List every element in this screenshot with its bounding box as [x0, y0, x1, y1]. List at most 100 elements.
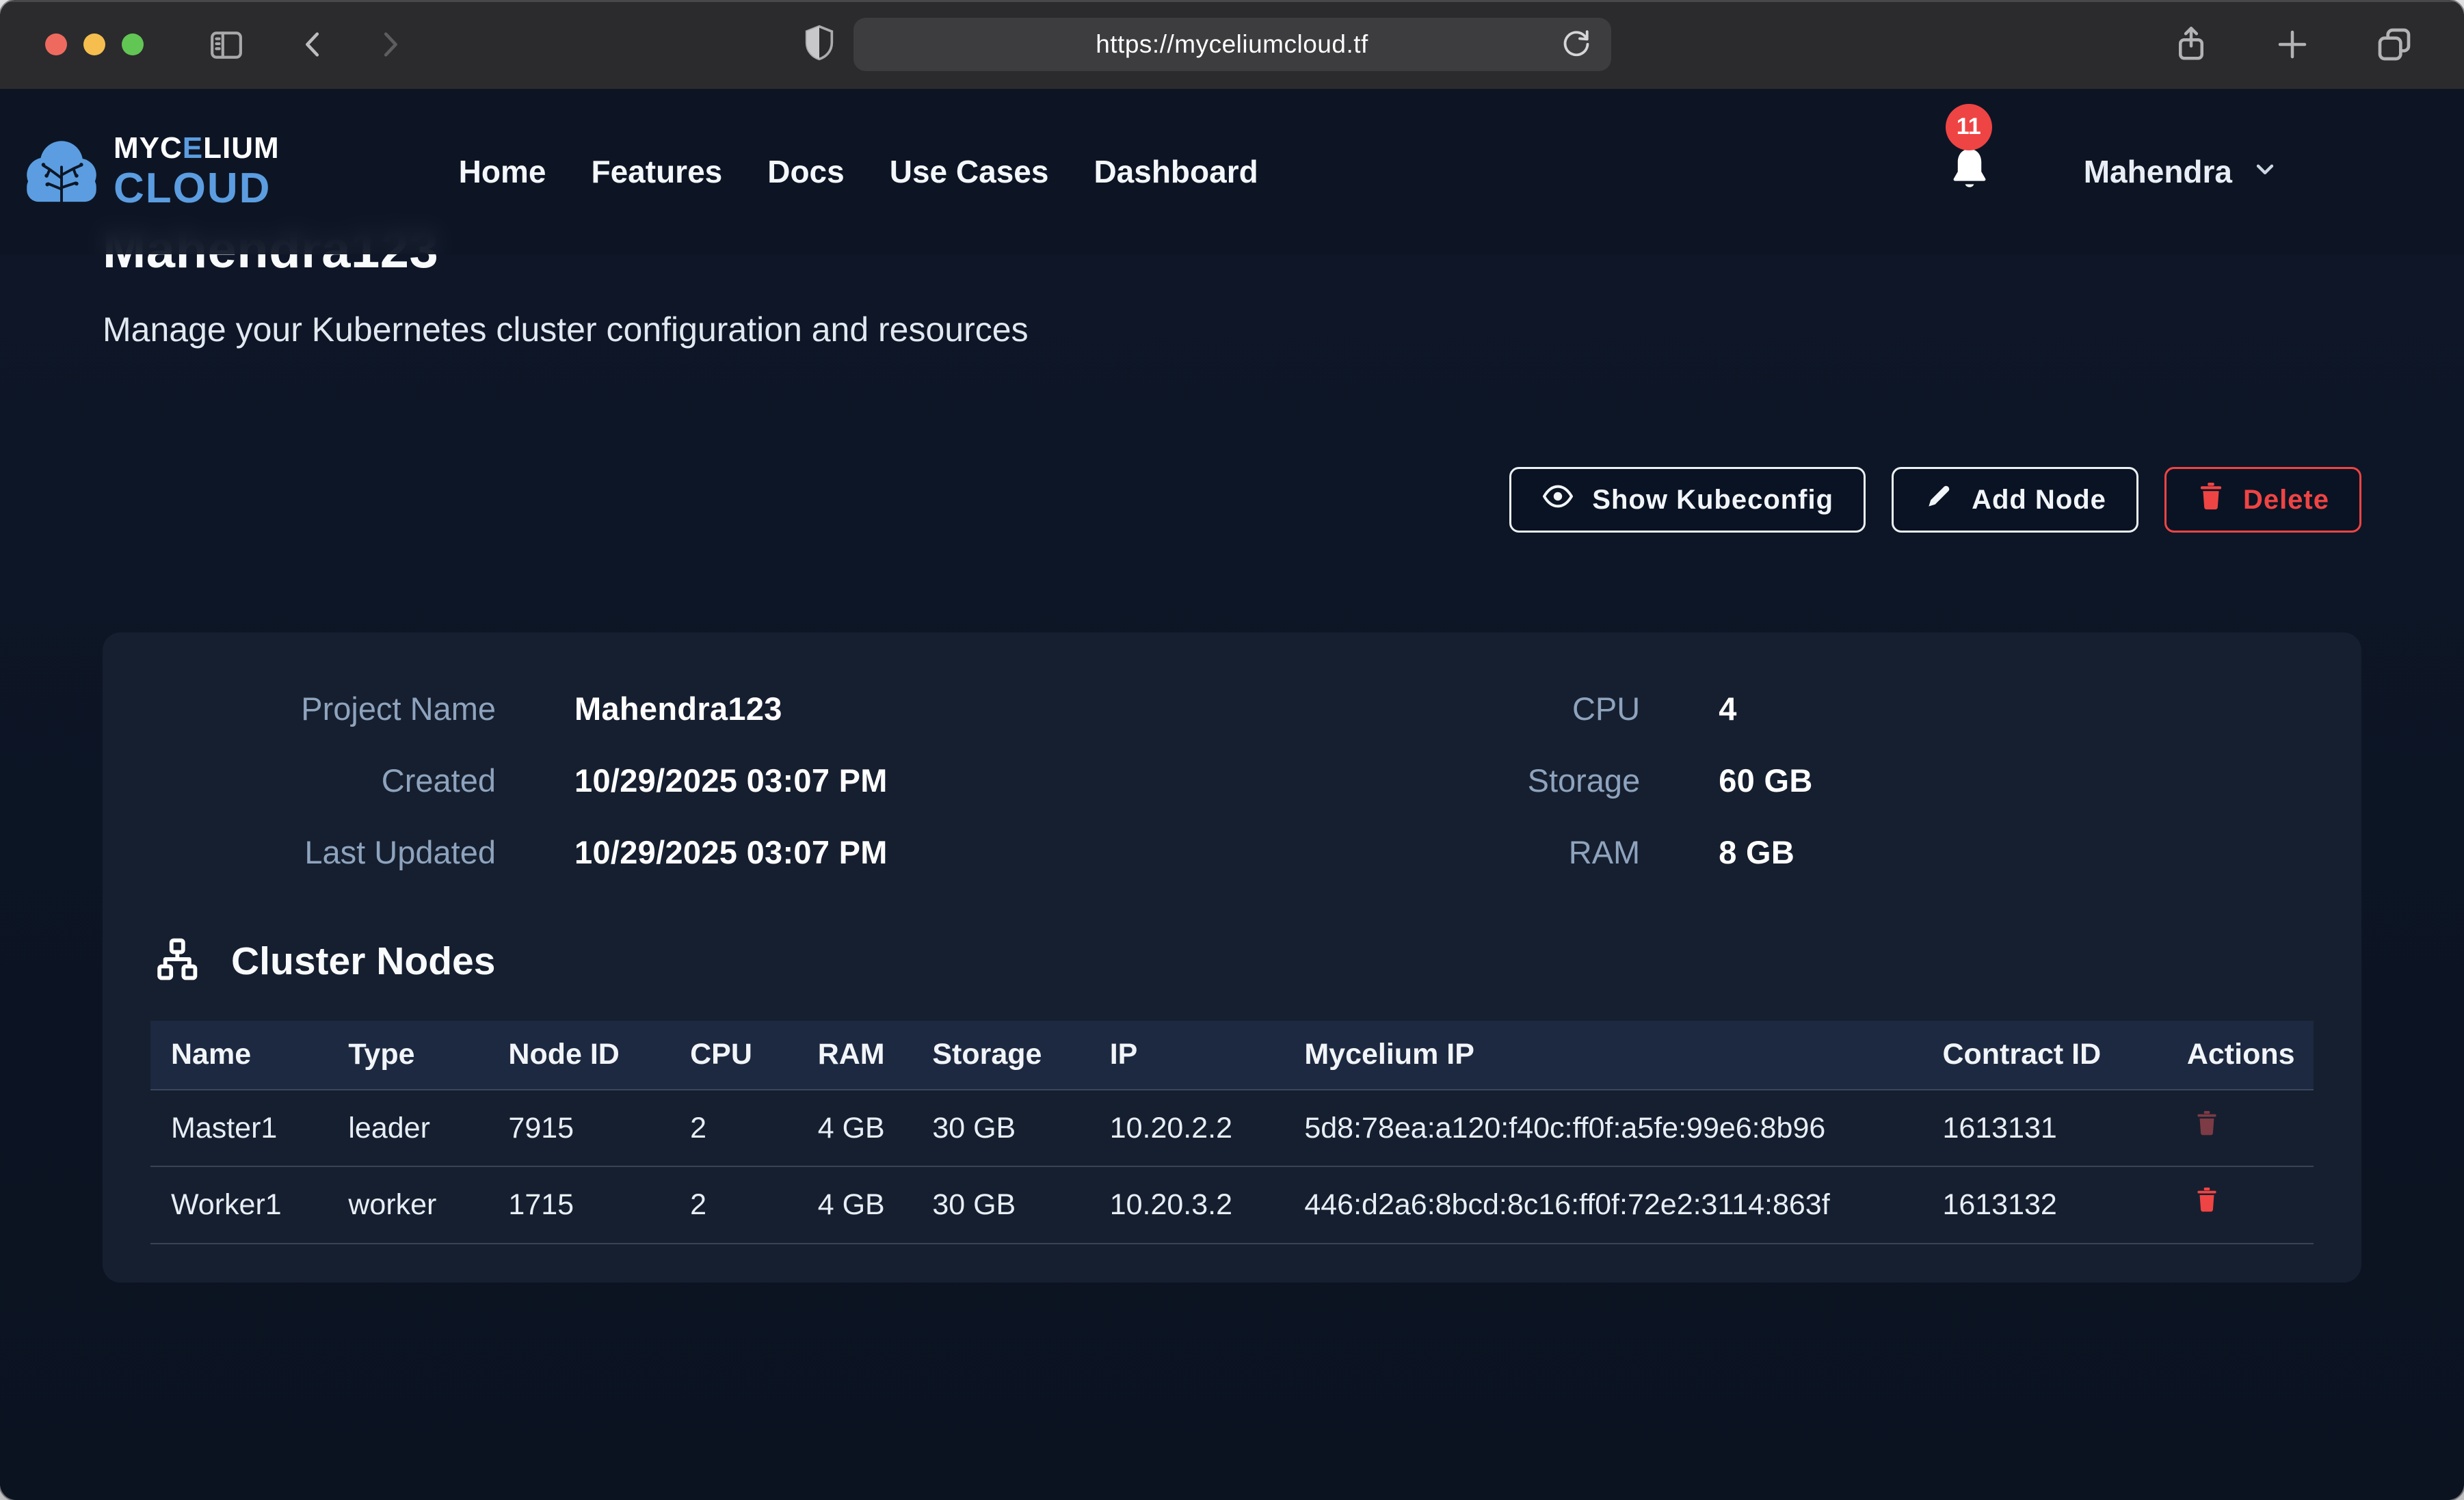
notifications-button[interactable]: 11 [1947, 146, 1992, 198]
add-node-button[interactable]: Add Node [1892, 467, 2138, 533]
eye-icon [1541, 480, 1574, 520]
delete-label: Delete [2243, 485, 2329, 515]
logo-text-lium: LIUM [203, 131, 280, 165]
minimize-window-button[interactable] [83, 34, 105, 55]
page-subtitle: Manage your Kubernetes cluster configura… [103, 310, 2361, 349]
col-name: Name [150, 1021, 328, 1090]
detail-value: 4 [1719, 690, 1736, 727]
col-ram: RAM [797, 1021, 912, 1090]
cell-contract-id: 1613132 [1922, 1166, 2166, 1244]
forward-icon[interactable] [373, 26, 405, 63]
nav-right: 11 Mahendra [1947, 146, 2283, 198]
detail-value: 8 GB [1719, 833, 1794, 871]
zoom-window-button[interactable] [122, 34, 144, 55]
detail-ram: RAM 8 GB [1339, 833, 2314, 871]
detail-value: 60 GB [1719, 762, 1812, 799]
user-menu[interactable]: Mahendra [2080, 152, 2283, 191]
col-mycelium-ip: Mycelium IP [1284, 1021, 1922, 1090]
trash-icon [2197, 480, 2225, 520]
cell-storage: 30 GB [912, 1090, 1089, 1167]
detail-value: 10/29/2025 03:07 PM [574, 762, 888, 799]
reload-icon[interactable] [1556, 27, 1596, 62]
detail-value: Mahendra123 [574, 690, 782, 727]
nodes-table-wrap: Name Type Node ID CPU RAM Storage IP Myc… [150, 1021, 2314, 1244]
show-kubeconfig-button[interactable]: Show Kubeconfig [1509, 467, 1866, 533]
show-kubeconfig-label: Show Kubeconfig [1592, 485, 1833, 515]
delete-node-button[interactable] [2187, 1182, 2227, 1220]
detail-label: Project Name [150, 690, 496, 727]
cell-storage: 30 GB [912, 1166, 1089, 1244]
cell-name: Worker1 [150, 1166, 328, 1244]
cluster-details: Project Name Mahendra123 Created 10/29/2… [150, 690, 2314, 871]
col-contract-id: Contract ID [1922, 1021, 2166, 1090]
nodes-table: Name Type Node ID CPU RAM Storage IP Myc… [150, 1021, 2314, 1244]
trash-icon [2194, 1207, 2220, 1217]
delete-node-button-disabled[interactable] [2187, 1106, 2227, 1143]
nav-link-features[interactable]: Features [591, 153, 722, 190]
close-window-button[interactable] [45, 34, 67, 55]
nav-links: Home Features Docs Use Cases Dashboard [459, 153, 1258, 190]
table-row-master1: Master1 leader 7915 2 4 GB 30 GB 10.20.2… [150, 1090, 2314, 1167]
table-row-worker1: Worker1 worker 1715 2 4 GB 30 GB 10.20.3… [150, 1166, 2314, 1244]
logo-text-cloud: CLOUD [114, 168, 280, 210]
cell-name: Master1 [150, 1090, 328, 1167]
detail-label: Storage [1339, 762, 1640, 799]
detail-last-updated: Last Updated 10/29/2025 03:07 PM [150, 833, 1339, 871]
cell-type: worker [328, 1166, 488, 1244]
cell-ram: 4 GB [797, 1090, 912, 1167]
nav-link-docs[interactable]: Docs [767, 153, 844, 190]
site-navbar: MYCELIUM CLOUD Home Features Docs Use Ca… [0, 89, 2464, 254]
page-viewport: MYCELIUM CLOUD Home Features Docs Use Ca… [0, 89, 2464, 1500]
cell-cpu: 2 [670, 1090, 797, 1167]
cell-type: leader [328, 1090, 488, 1167]
detail-project-name: Project Name Mahendra123 [150, 690, 1339, 727]
mycelium-cloud-logo[interactable]: MYCELIUM CLOUD [21, 132, 280, 212]
new-tab-icon[interactable] [2274, 26, 2311, 63]
address-bar[interactable]: https://myceliumcloud.tf [853, 18, 1611, 71]
url-text: https://myceliumcloud.tf [1096, 30, 1368, 59]
cell-node-id: 1715 [488, 1166, 670, 1244]
main-content: Mahendra123 Manage your Kubernetes clust… [0, 89, 2464, 1283]
browser-toolbar: https://myceliumcloud.tf [0, 0, 2464, 89]
cluster-actions: Show Kubeconfig Add Node [103, 467, 2361, 533]
share-icon[interactable] [2173, 24, 2210, 65]
detail-label: Last Updated [150, 833, 496, 871]
cell-ram: 4 GB [797, 1166, 912, 1244]
col-ip: IP [1089, 1021, 1284, 1090]
sidebar-toggle-icon[interactable] [207, 27, 246, 62]
chevron-down-icon [2251, 153, 2279, 190]
tabs-overview-icon[interactable] [2375, 25, 2413, 64]
nav-link-dashboard[interactable]: Dashboard [1094, 153, 1258, 190]
shield-icon[interactable] [804, 24, 834, 66]
detail-created: Created 10/29/2025 03:07 PM [150, 762, 1339, 799]
col-node-id: Node ID [488, 1021, 670, 1090]
detail-cpu: CPU 4 [1339, 690, 2314, 727]
browser-window: https://myceliumcloud.tf [0, 0, 2464, 1500]
cell-node-id: 7915 [488, 1090, 670, 1167]
detail-value: 10/29/2025 03:07 PM [574, 833, 888, 871]
trash-icon [2194, 1130, 2220, 1140]
user-name: Mahendra [2084, 153, 2232, 190]
cell-ip: 10.20.2.2 [1089, 1090, 1284, 1167]
detail-label: CPU [1339, 690, 1640, 727]
nav-link-home[interactable]: Home [459, 153, 546, 190]
details-left-column: Project Name Mahendra123 Created 10/29/2… [150, 690, 1339, 871]
add-node-label: Add Node [1972, 485, 2106, 515]
col-storage: Storage [912, 1021, 1089, 1090]
delete-cluster-button[interactable]: Delete [2164, 467, 2361, 533]
nodes-table-header-row: Name Type Node ID CPU RAM Storage IP Myc… [150, 1021, 2314, 1090]
col-type: Type [328, 1021, 488, 1090]
logo-text-e: E [183, 131, 203, 165]
cluster-nodes-header: Cluster Nodes [150, 937, 2314, 985]
cluster-nodes-title: Cluster Nodes [231, 939, 495, 984]
cluster-nodes-icon [155, 937, 200, 985]
details-right-column: CPU 4 Storage 60 GB RAM 8 GB [1339, 690, 2314, 871]
detail-label: RAM [1339, 833, 1640, 871]
back-icon[interactable] [298, 26, 330, 63]
cluster-details-card: Project Name Mahendra123 Created 10/29/2… [103, 632, 2361, 1283]
notification-badge: 11 [1946, 104, 1992, 150]
nav-link-use-cases[interactable]: Use Cases [890, 153, 1049, 190]
bell-icon [1947, 185, 1992, 197]
detail-label: Created [150, 762, 496, 799]
col-actions: Actions [2167, 1021, 2314, 1090]
